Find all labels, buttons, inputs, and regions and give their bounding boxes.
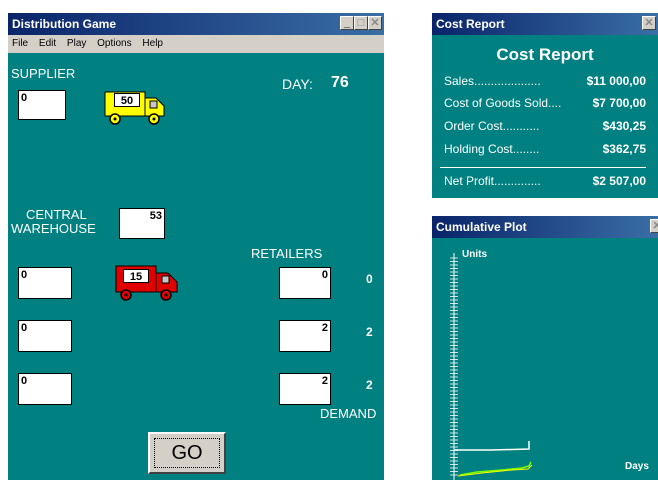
supplier-label: SUPPLIER bbox=[11, 66, 76, 81]
menu-options[interactable]: Options bbox=[97, 38, 131, 49]
supplier-truck-load: 50 bbox=[114, 93, 140, 107]
retailers-label: RETAILERS bbox=[251, 246, 323, 261]
demand-value-1: 0 bbox=[366, 272, 373, 286]
warehouse-label-line2: WAREHOUSE bbox=[11, 221, 96, 236]
cost-report-separator bbox=[440, 167, 646, 168]
retailer-order-input-3[interactable]: 0 bbox=[18, 373, 72, 405]
cumulative-plot-canvas bbox=[450, 253, 533, 480]
game-menubar: File Edit Play Options Help bbox=[8, 35, 384, 53]
cost-report-titlebar[interactable]: Cost Report ✕ bbox=[432, 13, 658, 35]
cost-report-window-title: Cost Report bbox=[436, 17, 505, 31]
menu-file[interactable]: File bbox=[12, 38, 28, 49]
warehouse-label-line1: CENTRAL bbox=[26, 207, 87, 222]
maximize-icon: □ bbox=[354, 16, 368, 30]
day-value: 76 bbox=[331, 74, 349, 91]
warehouse-truck-load: 15 bbox=[123, 269, 149, 283]
retailer-inventory-2: 2 bbox=[279, 320, 331, 352]
game-titlebar[interactable]: Distribution Game _ □ ✕ bbox=[8, 13, 384, 35]
retailer-inventory-1: 0 bbox=[279, 267, 331, 299]
cost-row-sales-value: $11 000,00 bbox=[586, 74, 646, 88]
retailer-inventory-3: 2 bbox=[279, 373, 331, 405]
demand-value-2: 2 bbox=[366, 325, 373, 339]
retailer-order-input-2[interactable]: 0 bbox=[18, 320, 72, 352]
warehouse-inventory: 53 bbox=[119, 208, 165, 239]
cost-row-cogs: Cost of Goods Sold.... $7 700,00 bbox=[444, 96, 646, 112]
go-button[interactable]: GO bbox=[148, 432, 226, 474]
minimize-icon[interactable]: _ bbox=[340, 16, 354, 30]
cost-row-order-cost-value: $430,25 bbox=[602, 119, 646, 133]
cumulative-plot-window: Cumulative Plot ✕ Units Days bbox=[432, 216, 658, 480]
game-title: Distribution Game bbox=[12, 17, 117, 31]
cost-row-cogs-label: Cost of Goods Sold.... bbox=[444, 96, 562, 110]
cost-row-sales: Sales.................... $11 000,00 bbox=[444, 74, 646, 90]
plot-series-white bbox=[454, 441, 530, 451]
menu-help[interactable]: Help bbox=[142, 38, 163, 49]
cumulative-plot-close-icon: ✕ bbox=[650, 219, 658, 233]
demand-label: DEMAND bbox=[320, 406, 377, 421]
plot-series-green bbox=[459, 461, 532, 476]
menu-play[interactable]: Play bbox=[67, 38, 86, 49]
supplier-order-input[interactable]: 0 bbox=[18, 90, 66, 120]
demand-value-3: 2 bbox=[366, 378, 373, 392]
cost-row-order-cost: Order Cost........... $430,25 bbox=[444, 119, 646, 135]
cost-row-holding-cost-label: Holding Cost........ bbox=[444, 142, 540, 156]
cost-row-cogs-value: $7 700,00 bbox=[592, 96, 646, 110]
cost-report-close-icon: ✕ bbox=[642, 16, 656, 30]
cost-row-holding-cost-value: $362,75 bbox=[602, 142, 646, 156]
cumulative-plot-window-title: Cumulative Plot bbox=[436, 220, 527, 234]
retailer-order-input-1[interactable]: 0 bbox=[18, 267, 72, 299]
cost-row-net-profit-value: $2 507,00 bbox=[592, 174, 646, 188]
cost-row-sales-label: Sales.................... bbox=[444, 74, 541, 88]
menu-edit[interactable]: Edit bbox=[39, 38, 56, 49]
cost-row-net-profit-label: Net Profit.............. bbox=[444, 174, 541, 188]
cost-report-heading: Cost Report bbox=[496, 45, 594, 64]
cost-row-order-cost-label: Order Cost........... bbox=[444, 119, 540, 133]
cost-report-window: Cost Report ✕ Cost Report Sales.........… bbox=[432, 13, 658, 198]
cumulative-plot-titlebar[interactable]: Cumulative Plot ✕ bbox=[432, 216, 658, 238]
day-label: DAY: bbox=[282, 76, 313, 92]
cost-row-holding-cost: Holding Cost........ $362,75 bbox=[444, 142, 646, 158]
close-icon: ✕ bbox=[368, 16, 382, 30]
cost-row-net-profit: Net Profit.............. $2 507,00 bbox=[444, 174, 646, 190]
distribution-game-window: Distribution Game _ □ ✕ File Edit Play O… bbox=[8, 13, 384, 480]
